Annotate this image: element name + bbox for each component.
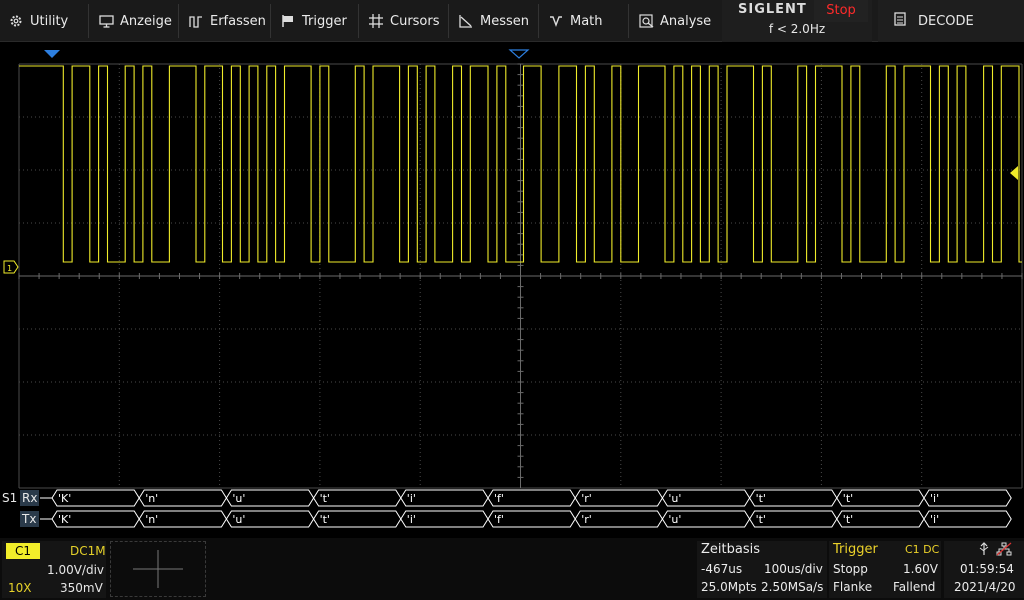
analysis-icon	[638, 13, 654, 29]
serial-tx-label: Tx	[21, 512, 36, 526]
decode-label: DECODE	[918, 13, 974, 29]
serial-tx-value: 'K'	[58, 513, 71, 526]
serial-tx-value: 'r'	[581, 513, 592, 526]
usb-icon	[978, 542, 990, 559]
timebase-delay: -467us	[701, 562, 743, 576]
serial-rx-value: 't'	[843, 492, 853, 505]
menu-measure-label: Messen	[480, 13, 529, 29]
serial-bus-label: S1	[2, 491, 17, 505]
trigger-level: 1.60V	[903, 562, 938, 576]
trigger-frequency: f < 2.0Hz	[768, 22, 826, 36]
serial-rx-value: 't'	[320, 492, 330, 505]
channel-1-probe: 10X	[8, 581, 32, 595]
memory-depth: 25.0Mpts	[701, 580, 757, 594]
document-icon	[894, 12, 906, 30]
channel-1-coupling: DC1M	[70, 544, 106, 558]
serial-rx-value: 'f'	[494, 492, 504, 505]
serial-rx-value: 'i'	[407, 492, 416, 505]
trigger-level-marker[interactable]	[1010, 166, 1018, 180]
timebase-panel[interactable]: Zeitbasis -467us 100us/div 25.0Mpts 2.50…	[697, 541, 827, 598]
menu-utility-label: Utility	[30, 13, 69, 29]
channel-1-panel[interactable]: C1 DC1M 1.00V/div 10X 350mV	[2, 541, 106, 598]
acquire-icon	[188, 13, 204, 29]
menu-analysis-label: Analyse	[660, 13, 712, 29]
trigger-panel[interactable]: Trigger C1 DC Stopp 1.60V Flanke Fallend	[829, 541, 941, 598]
menu-analysis[interactable]: Analyse	[638, 0, 711, 42]
status-panel[interactable]: SIGLENT Stop f < 2.0Hz	[722, 0, 872, 42]
add-channel-slot[interactable]	[110, 541, 206, 597]
brand-logo: SIGLENT	[738, 2, 807, 17]
menu-cursors-label: Cursors	[390, 13, 440, 29]
serial-tx-value: 'u'	[232, 513, 245, 526]
menu-trigger-label: Trigger	[302, 13, 347, 29]
menu-display[interactable]: Anzeige	[98, 0, 172, 42]
measure-icon	[458, 13, 474, 29]
serial-rx-value: 'u'	[668, 492, 681, 505]
trigger-mode: Stopp	[833, 562, 868, 576]
serial-rx-value: 'K'	[58, 492, 71, 505]
system-time: 01:59:54	[960, 562, 1014, 576]
system-status-panel[interactable]: 01:59:54 2021/4/20	[944, 541, 1024, 598]
serial-tx-value: 't'	[320, 513, 330, 526]
trigger-source: C1 DC	[905, 543, 940, 556]
sample-rate: 2.50MSa/s	[761, 580, 824, 594]
oscilloscope-screen: Utility Anzeige Erfassen Trigger Cursors…	[0, 0, 1024, 600]
menu-trigger[interactable]: Trigger	[280, 0, 347, 42]
channel-1-ground-marker[interactable]: 1	[3, 260, 19, 274]
timebase-center-marker	[508, 49, 530, 59]
menu-acquire-label: Erfassen	[210, 13, 266, 29]
serial-rx-value: 't'	[756, 492, 766, 505]
menu-math-label: Math	[570, 13, 603, 29]
trigger-title: Trigger	[833, 542, 878, 557]
run-stop-status: Stop	[814, 0, 868, 22]
menu-bar: Utility Anzeige Erfassen Trigger Cursors…	[0, 0, 1024, 42]
math-icon	[548, 13, 564, 29]
serial-rx-label: Rx	[22, 491, 37, 505]
trigger-slope: Fallend	[893, 580, 936, 594]
channel-1-offset: 350mV	[60, 581, 103, 595]
menu-display-label: Anzeige	[120, 13, 172, 29]
crosshair-icon	[368, 13, 384, 29]
serial-tx-value: 'f'	[494, 513, 504, 526]
serial-rx-value: 'i'	[930, 492, 939, 505]
timebase-scale: 100us/div	[764, 562, 823, 576]
monitor-icon	[98, 13, 114, 29]
trigger-type: Flanke	[833, 580, 873, 594]
flag-icon	[280, 13, 296, 29]
system-date: 2021/4/20	[954, 580, 1016, 594]
channel-1-scale: 1.00V/div	[47, 563, 105, 577]
serial-rx-value: 'u'	[232, 492, 245, 505]
timebase-title: Zeitbasis	[701, 542, 760, 557]
waveform-display[interactable]: 1 S1 Rx 'K' 'n' 'u' 't' 'i' 'f' 'r' 'u' 't' 't' 'i' T…	[0, 42, 1024, 538]
menu-cursors[interactable]: Cursors	[368, 0, 440, 42]
menu-acquire[interactable]: Erfassen	[188, 0, 266, 42]
serial-decode-bus: S1 Rx 'K' 'n' 'u' 't' 'i' 'f' 'r' 'u' 't' 't' 'i' Tx '…	[2, 489, 1012, 528]
serial-tx-value: 'n'	[145, 513, 158, 526]
serial-tx-value: 't'	[756, 513, 766, 526]
serial-rx-value: 'n'	[145, 492, 158, 505]
plus-icon	[133, 550, 183, 588]
serial-tx-value: 'i'	[407, 513, 416, 526]
menu-measure[interactable]: Messen	[458, 0, 529, 42]
serial-rx-value: 'r'	[581, 492, 592, 505]
gear-icon	[8, 13, 24, 29]
menu-utility[interactable]: Utility	[8, 0, 68, 42]
network-icon	[996, 542, 1012, 559]
serial-tx-value: 't'	[843, 513, 853, 526]
channel-1-tag: C1	[6, 543, 40, 559]
serial-tx-value: 'u'	[668, 513, 681, 526]
menu-math[interactable]: Math	[548, 0, 603, 42]
serial-tx-value: 'i'	[930, 513, 939, 526]
decode-button[interactable]: DECODE	[878, 0, 1024, 42]
trigger-position-marker[interactable]	[44, 50, 60, 58]
svg-text:1: 1	[7, 264, 12, 273]
